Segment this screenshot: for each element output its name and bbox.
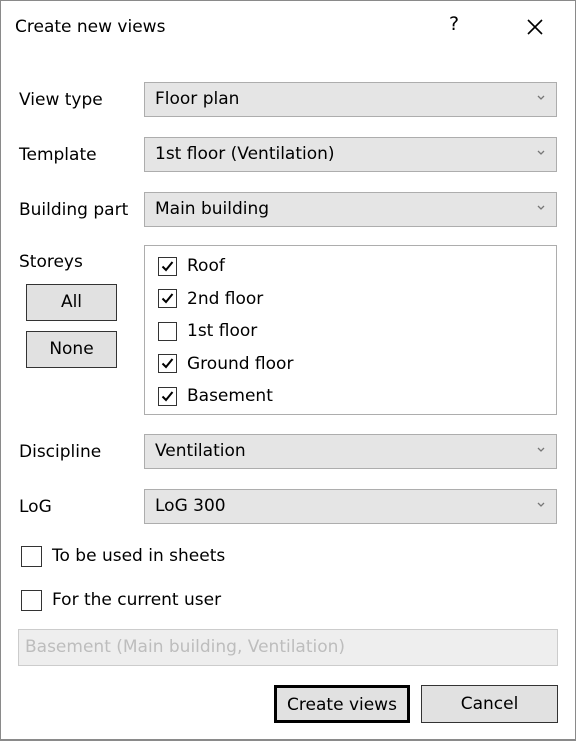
checkmark-icon xyxy=(161,390,174,401)
create-views-dialog: Create new views ? View type Floor plan … xyxy=(0,0,576,741)
log-dropdown[interactable]: LoG 300 xyxy=(144,489,557,524)
storey-checkbox[interactable] xyxy=(158,289,177,308)
close-icon xyxy=(527,19,543,35)
sheets-checkbox[interactable]: To be used in sheets xyxy=(21,544,225,568)
storey-label: 2nd floor xyxy=(187,288,264,309)
view-type-dropdown[interactable]: Floor plan xyxy=(144,82,557,117)
building-part-dropdown[interactable]: Main building xyxy=(144,192,557,227)
building-part-value: Main building xyxy=(155,199,270,219)
checkmark-icon xyxy=(161,260,174,271)
storey-label: Roof xyxy=(187,256,225,276)
storey-label: Basement xyxy=(187,386,273,406)
discipline-label: Discipline xyxy=(19,442,102,462)
storey-item[interactable]: 1st floor xyxy=(158,319,257,343)
storey-item[interactable]: Roof xyxy=(158,254,225,278)
chevron-down-icon xyxy=(537,150,545,155)
sheets-checkbox-label: To be used in sheets xyxy=(52,546,226,566)
view-type-value: Floor plan xyxy=(155,89,240,109)
storeys-label: Storeys xyxy=(19,252,83,272)
view-name-preview-field: Basement (Main building, Ventilation) xyxy=(18,629,558,666)
storey-label: 1st floor xyxy=(187,321,258,341)
storey-checkbox[interactable] xyxy=(158,321,177,341)
storey-checkbox[interactable] xyxy=(158,354,177,373)
checkmark-icon xyxy=(161,358,174,369)
chevron-down-icon xyxy=(537,95,545,100)
storey-item[interactable]: 2nd floor xyxy=(158,287,263,311)
storey-item[interactable]: Basement xyxy=(158,384,273,408)
select-all-button[interactable]: All xyxy=(26,284,117,321)
discipline-value: Ventilation xyxy=(155,441,246,461)
template-dropdown[interactable]: 1st floor (Ventilation) xyxy=(144,137,557,172)
storey-item[interactable]: Ground floor xyxy=(158,352,293,376)
building-part-label: Building part xyxy=(19,200,129,220)
storey-label: Ground floor xyxy=(187,353,294,374)
cancel-button[interactable]: Cancel xyxy=(421,685,558,723)
storey-checkbox[interactable] xyxy=(158,256,177,276)
log-label: LoG xyxy=(19,497,52,517)
discipline-dropdown[interactable]: Ventilation xyxy=(144,434,557,469)
chevron-down-icon xyxy=(537,502,545,507)
storey-checkbox[interactable] xyxy=(158,386,177,406)
help-button[interactable]: ? xyxy=(449,13,459,35)
chevron-down-icon xyxy=(537,205,545,210)
current-user-checkbox-label: For the current user xyxy=(52,590,222,610)
template-value: 1st floor (Ventilation) xyxy=(155,144,335,164)
storeys-list: Roof 2nd floor 1st floor Ground floor Baseme… xyxy=(144,245,557,415)
view-name-preview-text: Basement (Main building, Ventilation) xyxy=(25,637,346,657)
checkbox-box[interactable] xyxy=(21,589,42,611)
close-button[interactable] xyxy=(519,11,551,43)
create-views-button[interactable]: Create views xyxy=(274,685,410,723)
view-type-label: View type xyxy=(19,90,103,110)
current-user-checkbox[interactable]: For the current user xyxy=(21,588,221,612)
checkmark-icon xyxy=(161,293,174,304)
dialog-title: Create new views xyxy=(15,17,166,37)
select-none-button[interactable]: None xyxy=(26,331,117,368)
chevron-down-icon xyxy=(537,447,545,452)
checkbox-box[interactable] xyxy=(21,545,42,567)
template-label: Template xyxy=(19,145,97,165)
log-value: LoG 300 xyxy=(155,496,226,516)
